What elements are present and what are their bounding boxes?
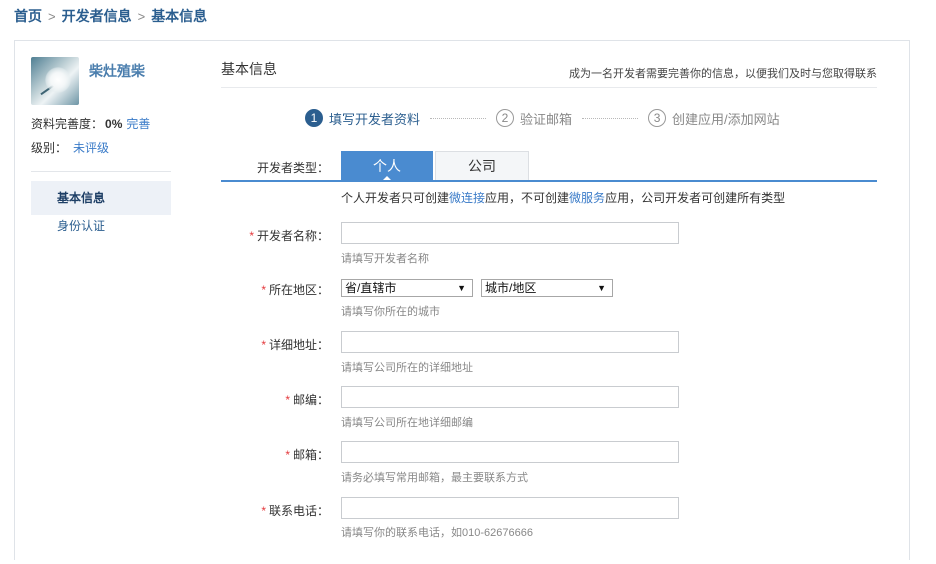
email-label-text: 邮箱： <box>292 448 329 462</box>
developer-type-row: 开发者类型： 个人 公司 <box>221 151 877 182</box>
email-input[interactable] <box>341 441 679 463</box>
completion-label: 资料完善度： <box>31 117 104 131</box>
developer-type-label: 开发者类型： <box>256 161 329 175</box>
developer-name-input[interactable] <box>341 222 679 244</box>
user-level: 级别： 未评级 <box>31 139 109 156</box>
content-panel: 柴灶殖柴 资料完善度： 0% 完善 级别： 未评级 基本信息 身份认证 基本信息 成为… <box>14 40 910 560</box>
tab-company[interactable]: 公司 <box>435 151 529 181</box>
postcode-label: * 邮编： <box>285 391 329 408</box>
sidebar-item-basic-info[interactable]: 基本信息 <box>31 181 171 215</box>
breadcrumb-developer-info-link[interactable]: 开发者信息 <box>62 6 132 26</box>
required-mark: * <box>261 338 266 352</box>
address-input[interactable] <box>341 331 679 353</box>
user-name[interactable]: 柴灶殖柴 <box>89 61 145 81</box>
province-select[interactable]: 省/直辖市 ▼ <box>341 279 473 297</box>
avatar <box>31 57 79 105</box>
email-label: * 邮箱： <box>285 446 329 463</box>
breadcrumb-separator: > <box>137 8 146 24</box>
region-help: 请填写你所在的城市 <box>341 306 440 318</box>
tab-individual[interactable]: 个人 <box>341 151 433 182</box>
title-divider <box>221 87 877 88</box>
dropdown-arrow-icon: ▼ <box>457 283 466 293</box>
breadcrumb: 首页 > 开发者信息 > 基本信息 <box>14 6 207 26</box>
step-1: 1 填写开发者资料 <box>305 109 420 128</box>
tab-company-label: 公司 <box>468 158 496 174</box>
breadcrumb-home-link[interactable]: 首页 <box>14 6 42 26</box>
step-3-number: 3 <box>648 109 667 127</box>
required-mark: * <box>285 448 290 462</box>
level-value-link[interactable]: 未评级 <box>73 141 109 155</box>
sidebar-item-identity-verification[interactable]: 身份认证 <box>31 215 171 237</box>
address-help: 请填写公司所在的详细地址 <box>341 362 473 374</box>
desc-highlight-1[interactable]: 微连接 <box>449 191 485 205</box>
breadcrumb-current: 基本信息 <box>151 8 208 24</box>
step-connector <box>430 117 487 119</box>
step-connector <box>582 117 639 119</box>
phone-label: * 联系电话： <box>261 502 329 519</box>
required-mark: * <box>285 393 290 407</box>
tab-individual-label: 个人 <box>373 158 401 174</box>
region-label-text: 所在地区： <box>268 283 329 297</box>
city-select[interactable]: 城市/地区 ▼ <box>481 279 613 297</box>
profile-completion: 资料完善度： 0% 完善 <box>31 115 150 132</box>
desc-part-1: 个人开发者只可创建 <box>341 191 450 205</box>
progress-steps: 1 填写开发者资料 2 验证邮箱 3 创建应用/添加网站 <box>305 107 825 129</box>
step-2-number: 2 <box>496 109 515 127</box>
breadcrumb-separator: > <box>48 8 56 24</box>
step-3: 3 创建应用/添加网站 <box>648 109 780 128</box>
dandelion-puff <box>45 67 71 93</box>
sidebar-nav: 基本信息 身份认证 <box>31 181 171 237</box>
required-mark: * <box>261 504 266 518</box>
phone-input[interactable] <box>341 497 679 519</box>
province-select-value: 省/直辖市 <box>345 281 397 295</box>
step-2: 2 验证邮箱 <box>496 109 572 128</box>
required-mark: * <box>261 283 266 297</box>
developer-name-label-text: 开发者名称： <box>256 229 329 243</box>
address-label-text: 详细地址： <box>268 338 329 352</box>
postcode-label-text: 邮编： <box>292 393 329 407</box>
developer-name-label: * 开发者名称： <box>249 227 329 244</box>
step-1-number: 1 <box>305 109 323 127</box>
level-label: 级别： <box>31 141 68 155</box>
page-title: 基本信息 <box>221 61 277 77</box>
phone-help: 请填写你的联系电话，如010-62676666 <box>341 527 533 539</box>
step-2-label: 验证邮箱 <box>520 111 573 127</box>
developer-type-description: 个人开发者只可创建微连接应用，不可创建微服务应用，公司开发者可创建所有类型 <box>341 189 785 206</box>
desc-part-2: 应用，不可创建 <box>485 191 570 205</box>
region-label: * 所在地区： <box>261 281 329 298</box>
address-label: * 详细地址： <box>261 336 329 353</box>
sidebar-divider <box>31 171 171 172</box>
complete-profile-link[interactable]: 完善 <box>126 117 150 131</box>
email-help: 请务必填写常用邮箱，最主要联系方式 <box>341 472 528 484</box>
tab-underline <box>221 180 877 182</box>
developer-name-help: 请填写开发者名称 <box>341 253 429 265</box>
desc-part-3: 应用，公司开发者可创建所有类型 <box>605 191 786 205</box>
required-mark: * <box>249 229 254 243</box>
step-1-label: 填写开发者资料 <box>329 111 421 127</box>
postcode-input[interactable] <box>341 386 679 408</box>
desc-highlight-2[interactable]: 微服务 <box>569 191 605 205</box>
page-hint: 成为一名开发者需要完善你的信息，以便我们及时与您取得联系 <box>569 68 877 80</box>
step-3-label: 创建应用/添加网站 <box>672 111 780 127</box>
postcode-help: 请填写公司所在地详细邮编 <box>341 417 473 429</box>
completion-value: 0% <box>105 117 123 131</box>
city-select-value: 城市/地区 <box>485 281 537 295</box>
phone-label-text: 联系电话： <box>268 504 329 518</box>
dropdown-arrow-icon: ▼ <box>597 283 606 293</box>
